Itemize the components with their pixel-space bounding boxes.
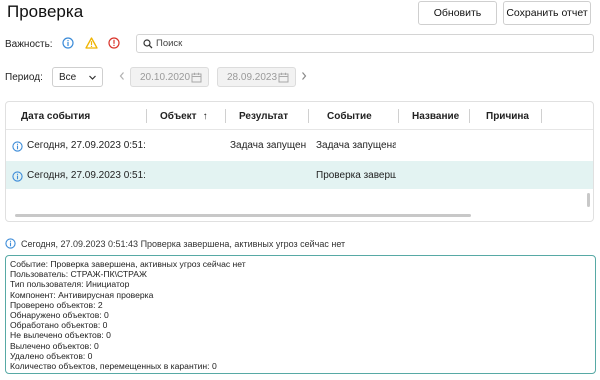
column-divider[interactable] xyxy=(541,109,542,123)
details-line: Обнаружено объектов: 0 xyxy=(10,310,109,321)
cell-reason xyxy=(486,161,539,189)
cell-object xyxy=(160,131,222,159)
cell-reason xyxy=(486,131,539,159)
column-divider[interactable] xyxy=(225,109,226,123)
chevron-down-icon xyxy=(88,73,97,85)
calendar-icon[interactable] xyxy=(278,72,289,86)
details-line: Обработано объектов: 0 xyxy=(10,320,108,331)
severity-warning-icon[interactable] xyxy=(84,36,98,50)
period-select-value: Все xyxy=(59,71,77,83)
events-table: Дата события Объект ↑ Результат Событие … xyxy=(5,101,594,222)
date-to-field[interactable]: 28.09.2023 xyxy=(217,67,296,87)
period-select[interactable]: Все xyxy=(52,67,103,87)
date-from-value: 20.10.2020 xyxy=(140,71,191,83)
details-line: Вылечено объектов: 0 xyxy=(10,340,99,351)
column-divider[interactable] xyxy=(398,109,399,123)
chevron-left-icon[interactable] xyxy=(117,70,127,82)
column-divider[interactable] xyxy=(308,109,309,123)
severity-info-icon[interactable] xyxy=(61,36,75,50)
column-header-result[interactable]: Результат xyxy=(239,102,288,130)
details-line: Событие: Проверка завершена, активных уг… xyxy=(10,259,246,269)
chevron-right-icon[interactable] xyxy=(299,70,309,82)
column-divider[interactable] xyxy=(469,109,470,123)
column-divider[interactable] xyxy=(146,109,147,123)
search-input[interactable] xyxy=(156,38,556,49)
date-to-value: 28.09.2023 xyxy=(227,71,278,83)
info-icon xyxy=(12,139,23,157)
severity-label: Важность: xyxy=(5,39,53,50)
event-details-panel[interactable]: Событие: Проверка завершена, активных уг… xyxy=(5,255,596,374)
details-line: Тип пользователя: Инициатор xyxy=(10,279,130,290)
details-line: Не вылечено объектов: 0 xyxy=(10,330,111,341)
details-line: Удалено объектов: 0 xyxy=(10,350,93,361)
date-from-field[interactable]: 20.10.2020 xyxy=(130,67,209,87)
column-header-object[interactable]: Объект ↑ xyxy=(160,102,208,130)
cell-date: Сегодня, 27.09.2023 0:51:43 xyxy=(27,139,145,151)
cell-result xyxy=(230,161,306,189)
page-title: Проверка xyxy=(7,2,84,21)
sort-ascending-icon: ↑ xyxy=(202,110,208,122)
selected-event-summary: Сегодня, 27.09.2023 0:51:43 Проверка зав… xyxy=(5,238,345,249)
table-row[interactable]: Сегодня, 27.09.2023 0:51:43 Проверка зав… xyxy=(6,161,593,189)
column-header-event[interactable]: Событие xyxy=(327,102,372,130)
vertical-scrollbar[interactable] xyxy=(587,193,590,207)
cell-result: Задача запущена xyxy=(230,139,306,151)
column-header-date[interactable]: Дата события xyxy=(21,102,90,130)
table-header: Дата события Объект ↑ Результат Событие … xyxy=(6,102,593,130)
column-header-reason[interactable]: Причина xyxy=(486,102,529,130)
details-line: Проверено объектов: 2 xyxy=(10,299,103,310)
cell-date: Сегодня, 27.09.2023 0:51:43 xyxy=(27,169,145,181)
details-line: Пользователь: СТРАЖ-ПК\СТРАЖ xyxy=(10,269,147,280)
details-line: Компонент: Антивирусная проверка xyxy=(10,289,154,300)
search-icon xyxy=(143,38,153,49)
column-header-name[interactable]: Название xyxy=(412,102,459,130)
summary-text: Сегодня, 27.09.2023 0:51:43 Проверка зав… xyxy=(21,238,346,249)
horizontal-scrollbar[interactable] xyxy=(15,214,471,217)
cell-object xyxy=(160,161,222,189)
table-row[interactable]: Сегодня, 27.09.2023 0:51:43 Задача запущ… xyxy=(6,131,593,159)
cell-event: Проверка завершена xyxy=(316,169,396,181)
cell-event: Задача запущена xyxy=(316,139,396,151)
cell-name xyxy=(412,161,467,189)
refresh-button[interactable]: Обновить xyxy=(418,1,497,25)
calendar-icon[interactable] xyxy=(191,72,202,86)
save-report-button[interactable]: Сохранить отчет xyxy=(503,1,591,25)
search-box[interactable] xyxy=(136,34,594,53)
info-icon xyxy=(12,169,23,187)
period-label: Период: xyxy=(5,72,43,83)
cell-name xyxy=(412,131,467,159)
info-icon xyxy=(5,238,16,249)
details-line: Количество объектов, перемещенных в кара… xyxy=(10,361,217,372)
column-header-object-label: Объект xyxy=(160,110,197,122)
severity-critical-icon[interactable] xyxy=(107,36,121,50)
